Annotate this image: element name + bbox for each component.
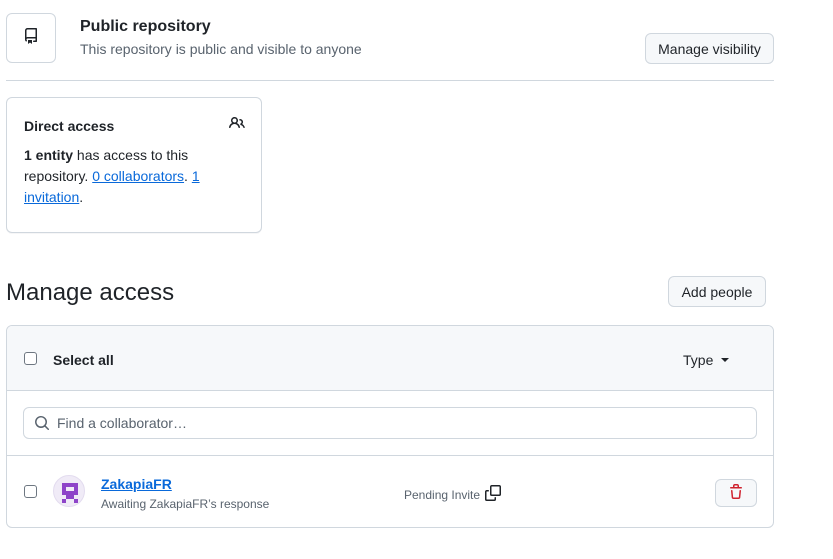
collaborators-link[interactable]: 0 collaborators — [92, 168, 184, 184]
direct-access-summary: 1 entity has access to this repository. … — [24, 145, 249, 208]
visibility-title: Public repository — [80, 18, 211, 35]
search-row — [7, 391, 773, 456]
access-list: Select all Type Find a collaborator… Zak… — [6, 325, 774, 528]
people-icon — [229, 115, 245, 136]
manage-access-heading: Manage access — [6, 279, 175, 306]
avatar[interactable] — [53, 475, 85, 507]
visibility-description: This repository is public and visible to… — [80, 41, 362, 57]
direct-access-card: Direct access 1 entity has access to thi… — [6, 97, 262, 233]
pending-invite-label: Pending Invite — [404, 487, 481, 502]
manage-visibility-button[interactable]: Manage visibility — [645, 33, 774, 64]
member-checkbox[interactable] — [24, 485, 37, 498]
type-filter-label: Type — [683, 352, 714, 368]
access-list-header: Select all Type — [7, 326, 773, 391]
remove-member-button[interactable] — [715, 479, 757, 507]
type-filter-dropdown[interactable]: Type — [683, 352, 730, 368]
member-row: ZakapiaFR Awaiting ZakapiaFR’s response … — [7, 456, 773, 527]
chevron-down-icon — [721, 358, 730, 362]
trash-icon — [728, 483, 744, 503]
member-name-link[interactable]: ZakapiaFR — [101, 476, 172, 492]
pending-invite: Pending Invite — [404, 485, 502, 504]
direct-access-title: Direct access — [24, 118, 115, 134]
member-status-text: Awaiting ZakapiaFR’s response — [101, 497, 270, 511]
add-people-button[interactable]: Add people — [668, 276, 766, 307]
repo-icon — [23, 27, 39, 49]
summary-separator: . — [184, 168, 192, 184]
summary-end: . — [79, 189, 84, 205]
entity-count: 1 entity — [24, 147, 74, 163]
select-all-checkbox[interactable] — [24, 352, 37, 365]
section-divider — [6, 80, 774, 81]
select-all-label: Select all — [53, 352, 114, 368]
search-icon — [34, 415, 50, 431]
repo-visibility-icon-box — [6, 13, 56, 63]
search-field[interactable] — [23, 407, 757, 439]
copy-icon[interactable] — [485, 485, 502, 504]
search-input[interactable] — [57, 415, 737, 431]
